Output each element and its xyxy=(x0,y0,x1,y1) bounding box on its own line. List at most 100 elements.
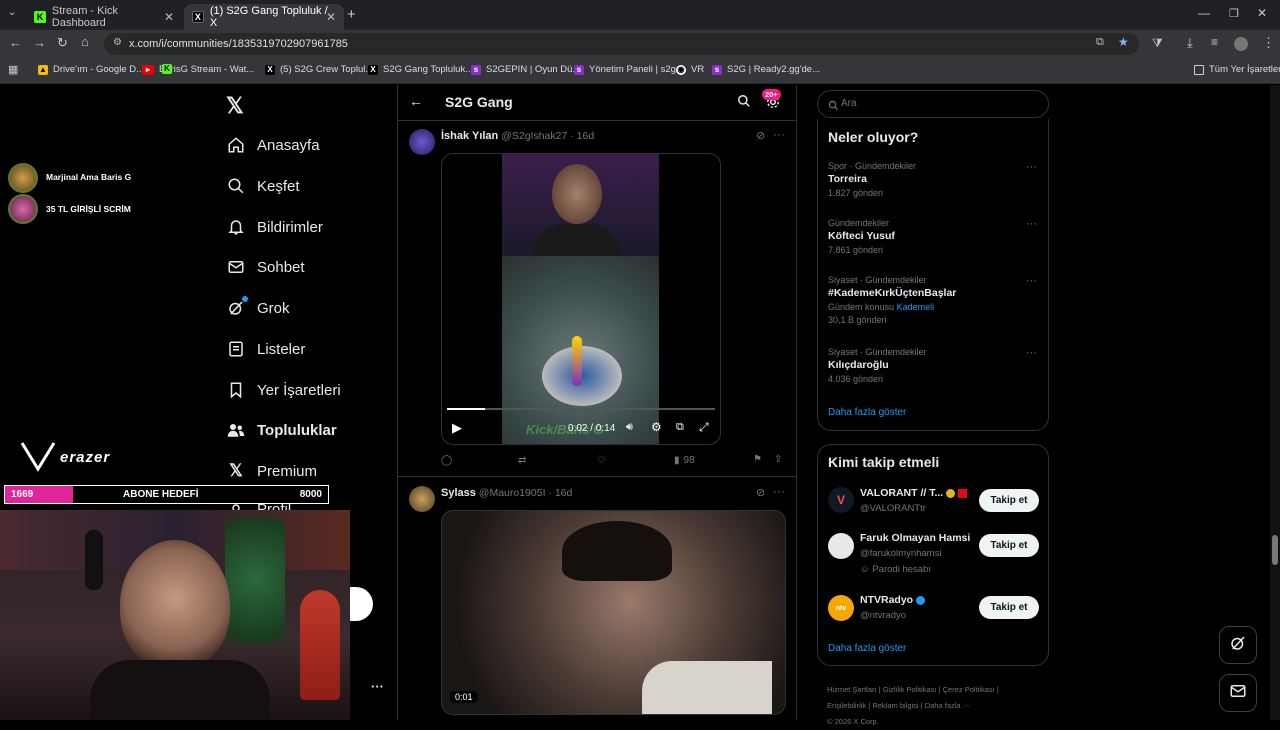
follow-button[interactable]: Takip et xyxy=(979,596,1039,619)
bookmark-vr[interactable]: ◉ VR xyxy=(676,64,704,75)
avatar[interactable]: ntv xyxy=(828,595,854,621)
trend-item[interactable]: Gündemdekiler Köfteci Yusuf 7.861 gönder… xyxy=(828,218,1038,255)
sidebar-item-bookmarks[interactable]: Yer İşaretleri xyxy=(226,380,341,400)
bookmark-s2g-gang[interactable]: X S2G Gang Topluluk... xyxy=(368,64,473,75)
footer-link[interactable]: Hizmet Şartları xyxy=(827,685,877,694)
apps-grid-icon[interactable]: ▦ xyxy=(8,63,18,76)
bookmark-yonetim[interactable]: s Yönetim Paneli | s2g... xyxy=(574,64,684,75)
url-bar[interactable]: ⚙ x.com/i/communities/183531970290796178… xyxy=(104,33,1139,55)
account-handle[interactable]: @ntvradyo xyxy=(860,610,906,621)
scrollbar-thumb[interactable] xyxy=(1272,535,1278,565)
bookmark-kick[interactable]: K xyxy=(162,64,177,74)
footer-link[interactable]: Çerez Politikası xyxy=(943,685,995,694)
tab-s2g-gang[interactable]: X (1) S2G Gang Topluluk / X ✕ xyxy=(184,4,344,30)
share-icon[interactable]: ⇪ xyxy=(774,454,782,465)
author-handle[interactable]: @Mauro1905I xyxy=(479,487,546,499)
back-arrow-icon[interactable]: ← xyxy=(409,93,423,109)
video-player[interactable]: 0:01 xyxy=(441,510,786,715)
sidebar-item-explore[interactable]: Keşfet xyxy=(226,176,300,196)
follow-button[interactable]: Takip et xyxy=(979,489,1039,512)
install-app-icon[interactable]: ⧉ xyxy=(1096,36,1104,49)
messages-float-button[interactable] xyxy=(1219,674,1257,712)
grok-analyze-icon[interactable]: ⊘ xyxy=(756,486,765,499)
follow-button[interactable]: Takip et xyxy=(979,534,1039,557)
more-icon[interactable]: ··· xyxy=(773,127,785,141)
bookmark-s2gepin[interactable]: s S2GEPIN | Oyun Dü... xyxy=(471,64,580,75)
all-bookmarks-folder[interactable]: Tüm Yer İşaretleri xyxy=(1194,64,1280,75)
media-icon[interactable]: ≡ xyxy=(1211,35,1218,49)
video-player[interactable]: ▶ Kick/Baris G 0:02 / 0:14 🔊︎ ⚙ ⧉ ⤢ xyxy=(441,153,721,445)
trend-item[interactable]: Spor · Gündemdekiler Torreira 1.827 gönd… xyxy=(828,161,1038,198)
menu-icon[interactable]: ⋮ xyxy=(1262,35,1275,51)
fullscreen-icon[interactable]: ⤢ xyxy=(699,420,709,435)
trend-more-icon[interactable]: ··· xyxy=(1026,275,1037,287)
back-icon[interactable]: ← xyxy=(9,35,22,50)
footer-link[interactable]: Erişilebilirlik xyxy=(827,701,866,710)
trend-more-icon[interactable]: ··· xyxy=(1026,161,1037,173)
pip-icon[interactable]: ⧉ xyxy=(676,421,684,434)
tweet-time[interactable]: 16d xyxy=(555,487,573,499)
x-logo-icon[interactable]: 𝕏 xyxy=(226,93,244,119)
page-scrollbar[interactable] xyxy=(1270,85,1280,720)
account-name-row[interactable]: NTVRadyo xyxy=(860,594,926,606)
close-tab-icon[interactable]: ✕ xyxy=(164,10,174,24)
post-button[interactable] xyxy=(349,587,373,621)
account-handle[interactable]: @farukolmynhamsi xyxy=(860,548,941,559)
repost-icon[interactable]: ⇄ xyxy=(518,455,526,466)
grok-float-button[interactable] xyxy=(1219,626,1257,664)
bookmark-barisg-stream[interactable]: ▸ BarisG Stream - Wat... xyxy=(142,64,254,75)
grok-analyze-icon[interactable]: ⊘ xyxy=(756,129,765,142)
more-options-icon[interactable]: ··· xyxy=(371,679,384,694)
reload-icon[interactable]: ↻ xyxy=(57,35,68,51)
trends-show-more-link[interactable]: Daha fazla göster xyxy=(828,407,906,418)
new-tab-button[interactable]: + xyxy=(347,6,356,23)
more-icon[interactable]: ··· xyxy=(773,484,785,498)
video-progress-track[interactable] xyxy=(447,408,715,410)
downloads-icon[interactable]: ⤓ xyxy=(1187,35,1193,51)
play-icon[interactable]: ▶ xyxy=(452,420,462,436)
bookmark-star-icon[interactable]: ★ xyxy=(1118,35,1129,49)
sidebar-item-lists[interactable]: Listeler xyxy=(226,339,305,359)
sidebar-item-grok[interactable]: Grok xyxy=(226,296,290,318)
account-name-row[interactable]: VALORANT // T... xyxy=(860,487,968,499)
minimize-icon[interactable]: — xyxy=(1198,6,1210,20)
bookmark-s2g-crew[interactable]: X (5) S2G Crew Toplul... xyxy=(265,64,373,75)
tweet-time[interactable]: 16d xyxy=(577,130,595,142)
author-name[interactable]: İshak Yılan xyxy=(441,130,498,142)
trend-more-icon[interactable]: ··· xyxy=(1026,218,1037,230)
restore-icon[interactable]: ❐ xyxy=(1229,7,1239,20)
close-tab-icon[interactable]: ✕ xyxy=(326,10,336,24)
reply-icon[interactable]: ◯ xyxy=(441,455,452,466)
home-icon[interactable]: ⌂ xyxy=(81,34,89,49)
avatar[interactable] xyxy=(828,533,854,559)
extensions-icon[interactable]: ⧩ xyxy=(1152,36,1163,51)
profile-avatar[interactable] xyxy=(1234,37,1248,51)
sidebar-item-premium[interactable]: 𝕏 Premium xyxy=(226,461,317,481)
tweet[interactable]: İshak Yılan @S2gIshak27 · 16d ⊘ ··· ▶ Ki… xyxy=(398,121,796,477)
footer-link[interactable]: Daha fazla ··· xyxy=(925,701,970,710)
search-icon[interactable] xyxy=(737,94,751,113)
tab-search-chevron-icon[interactable]: ⌄ xyxy=(8,7,16,18)
bookmark-tweet-icon[interactable]: ⚑ xyxy=(753,454,762,465)
site-info-icon[interactable]: ⚙ xyxy=(113,37,122,48)
footer-link[interactable]: Reklam bilgisi xyxy=(872,701,918,710)
trend-more-icon[interactable]: ··· xyxy=(1026,347,1037,359)
trend-item[interactable]: Siyaset · Gündemdekiler #KademeKırkÜçten… xyxy=(828,275,1038,325)
sidebar-item-home[interactable]: Anasayfa xyxy=(226,135,320,155)
tab-kick-dashboard[interactable]: K Stream - Kick Dashboard ✕ xyxy=(26,4,182,30)
avatar[interactable]: V xyxy=(828,487,854,513)
footer-link[interactable]: Gizlilik Politikası xyxy=(883,685,937,694)
bookmark-drive[interactable]: ▲ Drive'ım - Google D... xyxy=(38,64,144,75)
sidebar-item-communities[interactable]: Topluluklar xyxy=(226,420,337,440)
video-settings-icon[interactable]: ⚙ xyxy=(651,420,662,434)
avatar[interactable] xyxy=(409,486,435,512)
avatar[interactable] xyxy=(409,129,435,155)
topic-link[interactable]: Kademeli xyxy=(897,302,935,312)
volume-icon[interactable]: 🔊︎ xyxy=(626,421,633,434)
sidebar-item-notifications[interactable]: Bildirimler xyxy=(226,217,323,237)
author-handle[interactable]: @S2gIshak27 xyxy=(501,130,567,142)
views-stat[interactable]: ▮ 98 xyxy=(674,455,695,466)
bookmark-ready2gg[interactable]: s S2G | Ready2.gg'de... xyxy=(712,64,820,75)
account-name[interactable]: Faruk Olmayan Hamsi xyxy=(860,532,970,544)
forward-icon[interactable]: → xyxy=(33,35,46,50)
